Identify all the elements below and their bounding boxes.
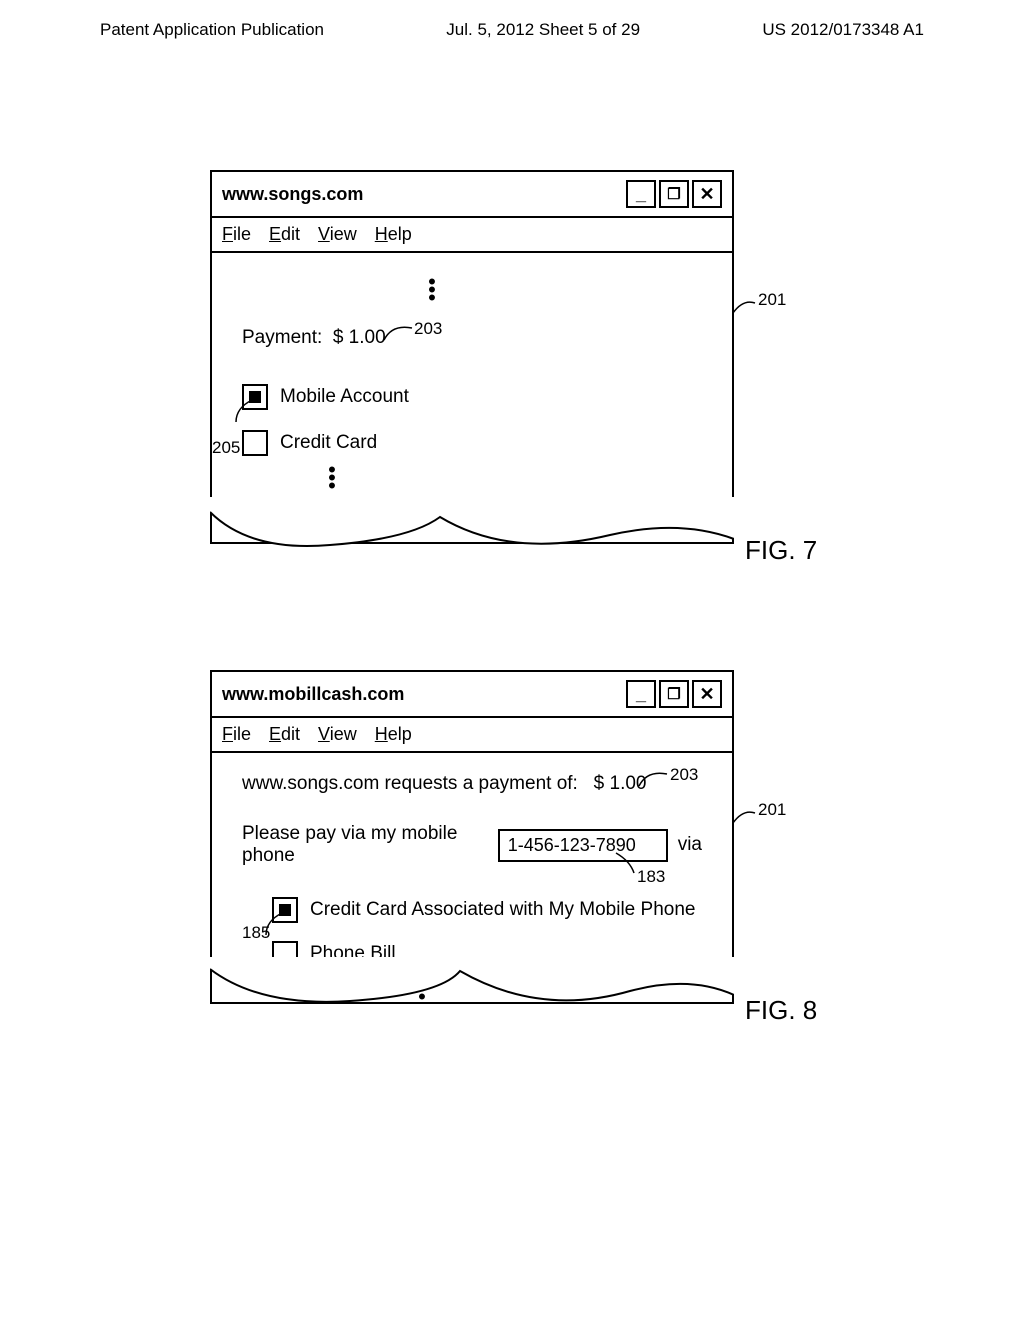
titlebar-fig8: www.mobillcash.com _ ❐ ✕ [212, 672, 732, 718]
menu-help[interactable]: Help [375, 224, 412, 245]
vertical-dots-icon: ••• [322, 466, 342, 490]
callout-arc-icon [232, 398, 256, 426]
option-label: Credit Card Associated with My Mobile Ph… [310, 899, 695, 921]
menu-view[interactable]: View [318, 224, 357, 245]
callout-201-fig7: 201 [758, 290, 786, 310]
title-fig7: www.songs.com [222, 184, 363, 205]
maximize-button[interactable]: ❐ [659, 180, 689, 208]
callout-201-fig8: 201 [758, 800, 786, 820]
pay-text: Please pay via my mobile phone [242, 823, 488, 867]
window-controls-fig8: _ ❐ ✕ [626, 680, 722, 708]
page-header: Patent Application Publication Jul. 5, 2… [0, 0, 1024, 60]
option-label: Mobile Account [280, 386, 409, 408]
payment-amount: $ 1.00 [333, 327, 386, 348]
callout-185: 185 [242, 923, 270, 943]
callout-205: 205 [212, 438, 240, 458]
via-text: via [678, 834, 702, 856]
header-center: Jul. 5, 2012 Sheet 5 of 29 [446, 20, 640, 40]
content-fig7: ••• Payment: $ 1.00 203 Mobile Account 2… [212, 253, 732, 515]
menubar-fig8: File Edit View Help [212, 718, 732, 753]
menu-file[interactable]: File [222, 724, 251, 745]
callout-183: 183 [637, 867, 665, 887]
callout-203: 203 [414, 319, 442, 339]
option-label: Credit Card [280, 432, 377, 454]
payment-label: Payment: [242, 327, 322, 348]
close-button[interactable]: ✕ [692, 180, 722, 208]
window-fig7: www.songs.com _ ❐ ✕ File Edit View Help … [210, 170, 734, 544]
header-right: US 2012/0173348 A1 [762, 20, 924, 40]
titlebar-fig7: www.songs.com _ ❐ ✕ [212, 172, 732, 218]
header-left: Patent Application Publication [100, 20, 324, 40]
minimize-button[interactable]: _ [626, 180, 656, 208]
close-button[interactable]: ✕ [692, 680, 722, 708]
fig8-label: FIG. 8 [745, 995, 817, 1026]
menu-edit[interactable]: Edit [269, 724, 300, 745]
option-credit-card-mobile[interactable]: Credit Card Associated with My Mobile Ph… [272, 897, 702, 923]
checkbox-credit-unchecked[interactable] [242, 430, 268, 456]
menu-file[interactable]: File [222, 224, 251, 245]
payment-line: Payment: $ 1.00 203 [242, 327, 702, 349]
torn-edge-icon [210, 497, 734, 567]
request-line: www.songs.com requests a payment of: $ 1… [242, 773, 702, 795]
torn-edge-icon [210, 957, 734, 1027]
option-mobile-account[interactable]: Mobile Account [242, 384, 702, 410]
fig7-label: FIG. 7 [745, 535, 817, 566]
minimize-button[interactable]: _ [626, 680, 656, 708]
callout-203-fig8: 203 [670, 765, 698, 785]
window-fig8: www.mobillcash.com _ ❐ ✕ File Edit View … [210, 670, 734, 1004]
vertical-dots-icon: ••• [422, 278, 442, 302]
window-controls-fig7: _ ❐ ✕ [626, 180, 722, 208]
maximize-button[interactable]: ❐ [659, 680, 689, 708]
phone-input[interactable]: 1-456-123-7890 [498, 829, 668, 862]
menubar-fig7: File Edit View Help [212, 218, 732, 253]
req-text: www.songs.com requests a payment of: [242, 773, 578, 794]
menu-help[interactable]: Help [375, 724, 412, 745]
menu-edit[interactable]: Edit [269, 224, 300, 245]
callout-arc-icon [612, 851, 640, 877]
pay-line: Please pay via my mobile phone 1-456-123… [242, 823, 702, 867]
option-credit-card[interactable]: Credit Card [242, 430, 702, 456]
menu-view[interactable]: View [318, 724, 357, 745]
title-fig8: www.mobillcash.com [222, 684, 404, 705]
